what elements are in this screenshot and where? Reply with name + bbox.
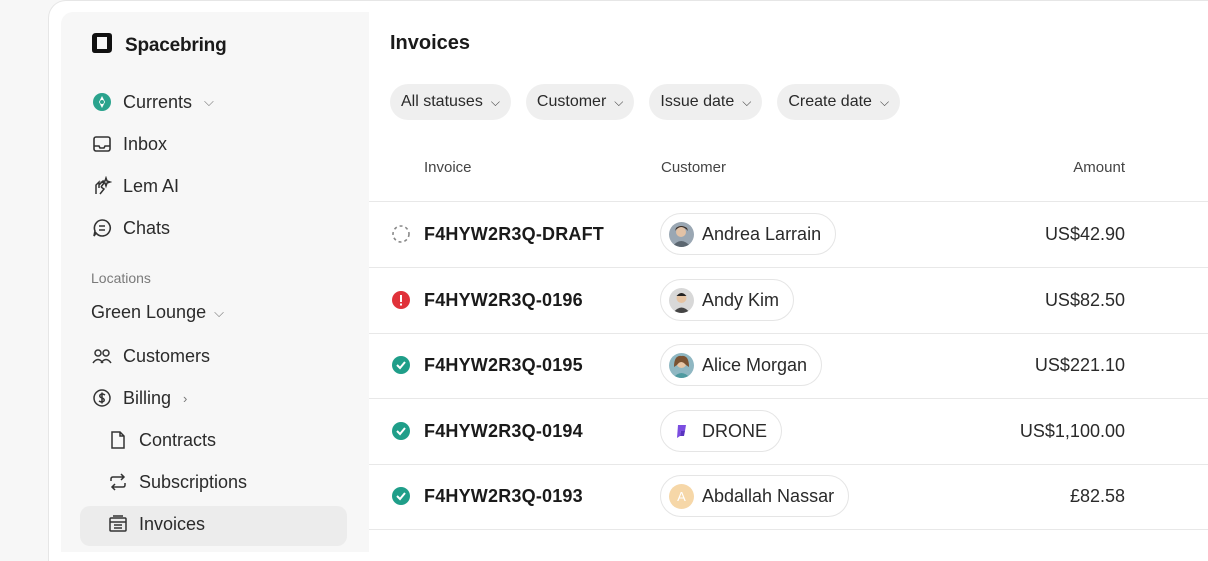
chevron-down-icon: ⌵ <box>614 94 624 109</box>
location-selector[interactable]: Green Lounge ⌵ <box>91 302 224 323</box>
page-title: Invoices <box>390 32 471 54</box>
locations-label: Locations <box>91 270 151 286</box>
customer-chip[interactable]: DRONE <box>660 410 783 452</box>
chevron-right-icon: › <box>183 390 188 406</box>
sidebar-item-inbox[interactable]: Inbox <box>91 133 167 155</box>
invoice-amount: £82.58 <box>1069 486 1125 506</box>
invoice-number: F4HYW2R3Q-0194 <box>424 421 583 441</box>
sidebar-item-label: Customers <box>123 345 211 366</box>
chevron-down-icon: ⌵ <box>490 94 500 109</box>
avatar <box>669 287 694 313</box>
invoice-amount: US$82.50 <box>1044 290 1125 310</box>
column-header-amount[interactable]: Amount <box>1073 159 1125 176</box>
invoice-amount: US$42.90 <box>1044 224 1125 244</box>
sidebar-item-label: Lem AI <box>123 175 180 196</box>
filter-bar: All statuses ⌵ Customer ⌵ Issue date ⌵ Crea… <box>390 84 901 120</box>
sidebar-item-currents[interactable]: Currents ⌵ <box>91 91 214 113</box>
dollar-circle-icon <box>91 387 113 409</box>
customer-name: DRONE <box>702 420 768 441</box>
table-row[interactable]: F4HYW2R3Q-0194 DRONE US$1,100.00 <box>369 399 1208 465</box>
sidebar: Spacebring Currents ⌵ Inbox Lem AI Chats… <box>61 12 370 552</box>
chevron-down-icon: ⌵ <box>742 94 752 109</box>
chevron-down-icon: ⌵ <box>214 304 224 320</box>
column-header-invoice[interactable]: Invoice <box>424 159 472 176</box>
filter-status[interactable]: All statuses ⌵ <box>390 84 511 120</box>
users-icon <box>91 345 113 367</box>
sidebar-item-contracts[interactable]: Contracts <box>107 429 216 451</box>
chat-icon <box>91 217 113 239</box>
invoice-number: F4HYW2R3Q-DRAFT <box>424 224 605 244</box>
sidebar-item-label: Contracts <box>139 429 217 450</box>
chevron-down-icon: ⌵ <box>204 94 214 109</box>
currents-icon <box>91 91 113 113</box>
invoice-amount: US$1,100.00 <box>1019 421 1125 441</box>
column-header-customer[interactable]: Customer <box>661 159 726 176</box>
sidebar-item-label: Billing <box>123 387 172 408</box>
sidebar-item-label: Inbox <box>123 133 168 154</box>
main-content: Invoices All statuses ⌵ Customer ⌵ Issue d… <box>369 12 1208 552</box>
customer-chip[interactable]: A Abdallah Nassar <box>660 475 850 517</box>
paid-check-icon <box>391 421 411 441</box>
paid-check-icon <box>391 355 411 375</box>
invoice-number: F4HYW2R3Q-0193 <box>424 486 583 506</box>
document-icon <box>107 429 129 451</box>
avatar <box>669 352 694 378</box>
draft-status-icon <box>391 224 411 244</box>
invoice-list-icon <box>107 513 129 535</box>
repeat-icon <box>107 471 129 493</box>
brand[interactable]: Spacebring <box>91 32 227 59</box>
customer-chip[interactable]: Andy Kim <box>660 279 795 321</box>
sidebar-item-label: Invoices <box>139 513 206 534</box>
filter-create-date[interactable]: Create date ⌵ <box>777 84 901 120</box>
customer-name: Andrea Larrain <box>702 223 822 244</box>
sidebar-item-customers[interactable]: Customers <box>91 345 210 367</box>
customer-name: Abdallah Nassar <box>702 485 835 506</box>
customer-chip[interactable]: Alice Morgan <box>660 344 823 386</box>
customer-name: Andy Kim <box>702 289 780 310</box>
table-row[interactable]: F4HYW2R3Q-0193 A Abdallah Nassar £82.58 <box>369 464 1208 530</box>
table-row[interactable]: F4HYW2R3Q-0196 Andy Kim US$82.50 <box>369 268 1208 334</box>
inbox-icon <box>91 133 113 155</box>
error-status-icon <box>391 290 411 310</box>
filter-label: Customer <box>536 93 607 110</box>
invoice-number: F4HYW2R3Q-0196 <box>424 290 583 310</box>
sidebar-item-label: Chats <box>123 217 171 238</box>
sidebar-item-invoices[interactable]: Invoices <box>107 513 205 535</box>
filter-label: Issue date <box>660 93 735 110</box>
customer-name: Alice Morgan <box>702 354 808 375</box>
sidebar-item-label: Currents <box>123 91 193 112</box>
avatar <box>669 221 694 247</box>
filter-label: Create date <box>788 93 872 110</box>
table-row[interactable]: F4HYW2R3Q-0195 Alice Morgan US$221.10 <box>369 333 1208 399</box>
filter-customer[interactable]: Customer ⌵ <box>525 84 635 120</box>
brand-name: Spacebring <box>125 34 227 56</box>
spacebring-logo-icon <box>91 32 113 59</box>
customer-chip[interactable]: Andrea Larrain <box>660 213 837 255</box>
filter-issue-date[interactable]: Issue date ⌵ <box>649 84 763 120</box>
chevron-down-icon: ⌵ <box>879 94 890 109</box>
sidebar-item-lem-ai[interactable]: Lem AI <box>91 175 179 197</box>
sidebar-item-label: Subscriptions <box>139 471 248 492</box>
sidebar-item-chats[interactable]: Chats <box>91 217 170 239</box>
invoice-number: F4HYW2R3Q-0195 <box>424 355 583 375</box>
paid-check-icon <box>391 486 411 506</box>
location-name: Green Lounge <box>91 302 207 322</box>
sidebar-item-billing[interactable]: Billing › <box>91 387 187 409</box>
invoice-amount: US$221.10 <box>1034 355 1125 375</box>
table-header: Invoice Customer Amount <box>369 149 1208 202</box>
sidebar-item-subscriptions[interactable]: Subscriptions <box>107 471 247 493</box>
drone-logo-icon <box>669 419 694 444</box>
filter-label: All statuses <box>401 93 483 110</box>
avatar: A <box>669 483 694 509</box>
sparkle-hand-icon <box>91 175 113 197</box>
table-row[interactable]: F4HYW2R3Q-DRAFT Andrea Larrain US$42.90 <box>369 202 1208 268</box>
